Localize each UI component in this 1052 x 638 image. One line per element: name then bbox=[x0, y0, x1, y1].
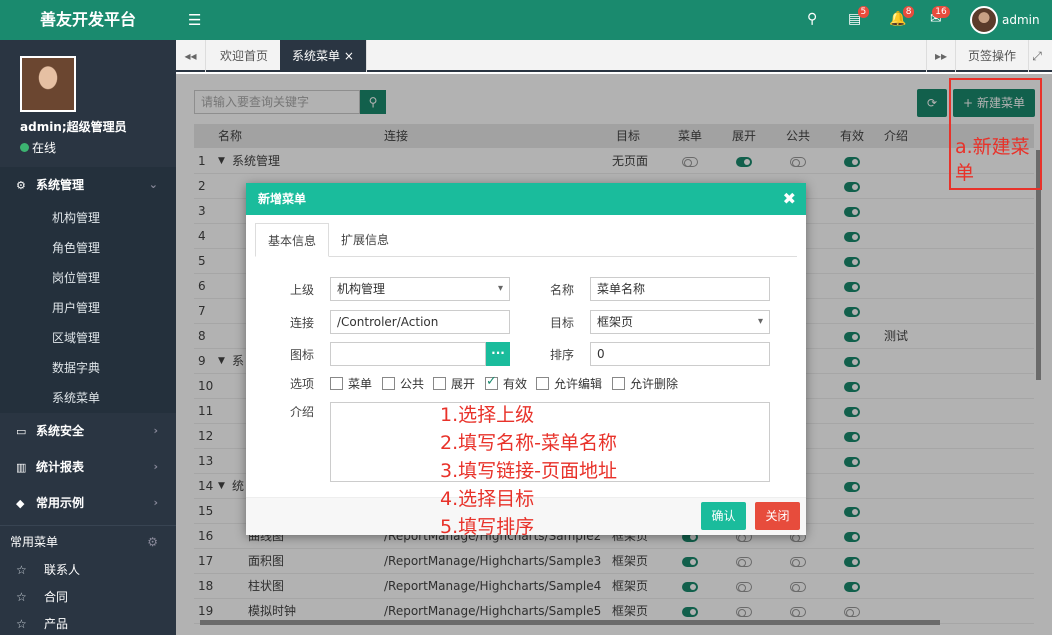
desc-label: 介绍 bbox=[289, 405, 314, 419]
search-icon[interactable]: ⚲ bbox=[807, 11, 817, 27]
checkbox[interactable] bbox=[433, 377, 446, 390]
url-label: 连接 bbox=[289, 316, 314, 330]
target-select[interactable]: 框架页 bbox=[590, 310, 770, 334]
sort-label: 排序 bbox=[549, 348, 574, 362]
sidebar-item-reports[interactable]: ▥ 统计报表 › bbox=[0, 449, 176, 485]
top-bar: 善友开发平台 ☰ ⚲ ▤ 5 🔔 8 ✉ 16 admin bbox=[0, 0, 1052, 40]
option-menu[interactable]: 菜单 bbox=[330, 375, 372, 392]
tab-bar: ◂◂ 欢迎首页 系统菜单 × ▸▸ 页签操作 ⤢ bbox=[176, 40, 1052, 72]
sidebar-user-name: admin;超级管理员 bbox=[20, 120, 127, 134]
sidebar-subitem[interactable]: 系统菜单 bbox=[0, 383, 176, 413]
name-field[interactable]: 菜单名称 bbox=[590, 277, 770, 301]
user-avatar bbox=[20, 56, 76, 112]
sidebar-subitem[interactable]: 岗位管理 bbox=[0, 263, 176, 293]
chevron-right-icon: › bbox=[153, 496, 158, 509]
annotation-step: 2.填写名称-菜单名称 bbox=[440, 432, 617, 454]
tasks-badge: 5 bbox=[857, 6, 870, 18]
tab-system-menu[interactable]: 系统菜单 × bbox=[280, 40, 367, 72]
icon-label: 图标 bbox=[289, 348, 314, 362]
sidebar-subitem[interactable]: 机构管理 bbox=[0, 203, 176, 233]
annotation-step: 1.选择上级 bbox=[440, 404, 535, 426]
sidebar-item-examples[interactable]: ◆ 常用示例 › bbox=[0, 485, 176, 521]
checkbox[interactable] bbox=[330, 377, 343, 390]
chevron-right-icon: › bbox=[153, 460, 158, 473]
common-item-product[interactable]: ☆ 产品 bbox=[0, 611, 176, 638]
parent-select[interactable]: 机构管理 bbox=[330, 277, 510, 301]
url-field[interactable]: /Controler/Action bbox=[330, 310, 510, 334]
common-menu-header: 常用菜单 ⚙ bbox=[0, 525, 176, 557]
dialog-tabs: 基本信息 扩展信息 bbox=[255, 223, 797, 257]
user-name: admin bbox=[1002, 13, 1040, 27]
avatar bbox=[970, 6, 998, 34]
star-icon: ☆ bbox=[16, 617, 27, 631]
bell-icon[interactable]: 🔔 8 bbox=[889, 6, 915, 27]
option-valid[interactable]: 有效 bbox=[485, 374, 527, 392]
tab-basic-info[interactable]: 基本信息 bbox=[255, 223, 330, 257]
user-status: 在线 bbox=[20, 139, 56, 156]
checkbox[interactable] bbox=[536, 377, 549, 390]
common-item-contract[interactable]: ☆ 合同 bbox=[0, 584, 176, 611]
tab-extended-info[interactable]: 扩展信息 bbox=[329, 223, 401, 257]
annotation-step: 4.选择目标 bbox=[440, 488, 535, 510]
annotation-new-menu: a.新建菜单 bbox=[955, 136, 1030, 184]
star-icon: ☆ bbox=[16, 563, 27, 577]
checkbox[interactable] bbox=[612, 377, 625, 390]
menu-toggle-icon[interactable]: ☰ bbox=[188, 11, 201, 29]
tag-icon: ◆ bbox=[16, 497, 25, 510]
sort-field[interactable]: 0 bbox=[590, 342, 770, 366]
option-allow-edit[interactable]: 允许编辑 bbox=[536, 375, 602, 392]
app-title: 善友开发平台 bbox=[40, 10, 137, 29]
option-public[interactable]: 公共 bbox=[382, 375, 424, 392]
icon-picker-button[interactable]: ··· bbox=[486, 342, 510, 366]
annotation-step: 3.填写链接-页面地址 bbox=[440, 460, 617, 482]
sidebar-subitem[interactable]: 角色管理 bbox=[0, 233, 176, 263]
close-button[interactable]: 关闭 bbox=[755, 502, 800, 530]
tab-operations[interactable]: 页签操作 bbox=[956, 40, 1030, 72]
common-item-contacts[interactable]: ☆ 联系人 bbox=[0, 557, 176, 584]
tasks-icon[interactable]: ▤ 5 bbox=[848, 6, 870, 27]
tab-home[interactable]: 欢迎首页 bbox=[208, 40, 282, 72]
envelope-icon[interactable]: ✉ 16 bbox=[930, 6, 950, 27]
checkbox[interactable] bbox=[382, 377, 395, 390]
bar-chart-icon: ▥ bbox=[16, 461, 27, 474]
fullscreen-icon[interactable]: ⤢ bbox=[1022, 40, 1052, 72]
confirm-button[interactable]: 确认 bbox=[701, 502, 746, 530]
annotation-steps: 1.选择上级 2.填写名称-菜单名称 3.填写链接-页面地址 4.选择目标 5.… bbox=[440, 401, 617, 541]
sidebar-subitem[interactable]: 区域管理 bbox=[0, 323, 176, 353]
online-dot-icon bbox=[20, 143, 29, 152]
tab-next-icon[interactable]: ▸▸ bbox=[926, 40, 956, 72]
options-label: 选项 bbox=[289, 377, 314, 391]
sidebar: admin;超级管理员 在线 ⚙ 系统管理 ⌄ 机构管理 角色管理 岗位管理 用户管… bbox=[0, 40, 176, 635]
tab-prev-icon[interactable]: ◂◂ bbox=[176, 40, 206, 72]
sidebar-subitem[interactable]: 用户管理 bbox=[0, 293, 176, 323]
gears-icon: ⚙ bbox=[16, 179, 26, 192]
target-label: 目标 bbox=[549, 316, 574, 330]
tab-close-icon[interactable]: × bbox=[344, 49, 354, 63]
messages-badge: 16 bbox=[932, 6, 950, 18]
name-label: 名称 bbox=[549, 283, 574, 297]
annotation-step: 5.填写排序 bbox=[440, 516, 535, 538]
close-icon[interactable]: ✖ bbox=[783, 183, 796, 215]
user-menu[interactable]: admin bbox=[970, 6, 1040, 34]
monitor-icon: ▭ bbox=[16, 425, 27, 438]
chevron-down-icon: ⌄ bbox=[148, 178, 158, 191]
sidebar-item-system[interactable]: ⚙ 系统管理 ⌄ bbox=[0, 167, 176, 203]
notifications-badge: 8 bbox=[902, 6, 915, 18]
dialog-header: 新增菜单 ✖ bbox=[246, 183, 806, 215]
sidebar-subitem[interactable]: 数据字典 bbox=[0, 353, 176, 383]
star-icon: ☆ bbox=[16, 590, 27, 604]
option-allow-delete[interactable]: 允许删除 bbox=[612, 375, 678, 392]
chevron-right-icon: › bbox=[153, 424, 158, 437]
gear-icon[interactable]: ⚙ bbox=[147, 526, 158, 558]
option-expand[interactable]: 展开 bbox=[433, 375, 475, 392]
sidebar-item-security[interactable]: ▭ 系统安全 › bbox=[0, 413, 176, 449]
icon-field[interactable] bbox=[330, 342, 486, 366]
sidebar-menu: ⚙ 系统管理 ⌄ 机构管理 角色管理 岗位管理 用户管理 区域管理 数据字典 系统菜… bbox=[0, 167, 176, 638]
parent-label: 上级 bbox=[289, 283, 314, 297]
checkbox-checked[interactable] bbox=[485, 374, 498, 390]
